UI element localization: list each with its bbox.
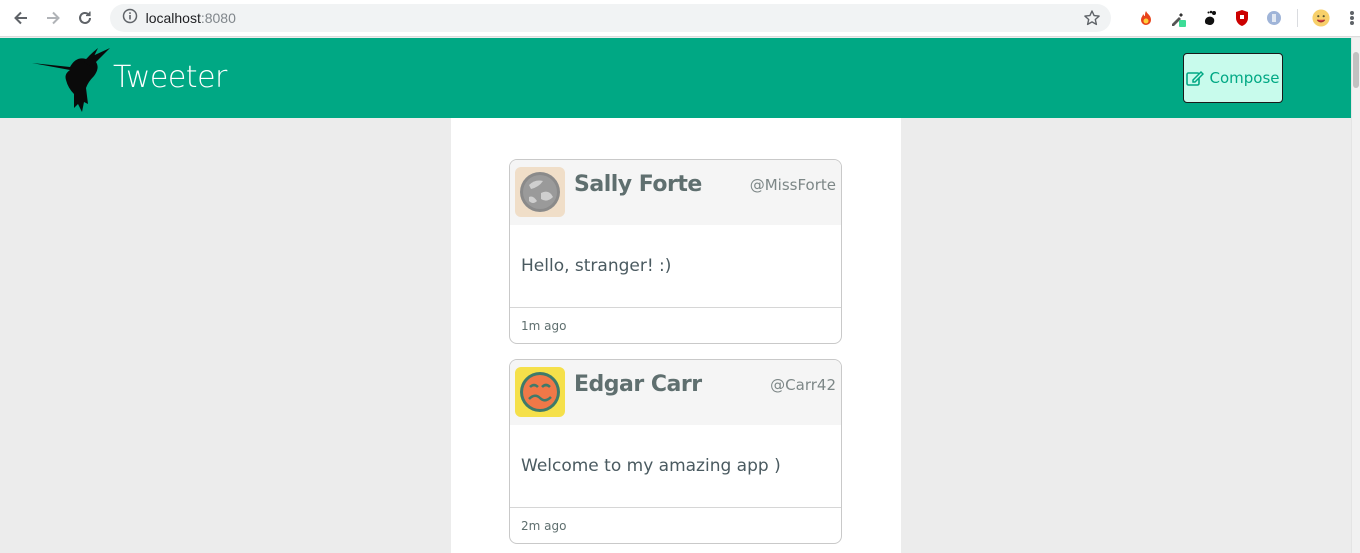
tweet-timestamp: 1m ago	[521, 318, 567, 333]
compose-label: Compose	[1209, 69, 1280, 87]
hummingbird-logo-icon	[30, 46, 114, 112]
fire-extension-icon[interactable]	[1137, 9, 1155, 27]
author-name: Edgar Carr	[574, 372, 702, 397]
tweet-text: Hello, stranger! :)	[510, 225, 841, 308]
gnome-extension-icon[interactable]	[1201, 9, 1219, 27]
tweet-text: Welcome to my amazing app )	[510, 425, 841, 508]
tweet-card: Sally Forte @MissForte Hello, stranger! …	[509, 159, 842, 344]
profile-avatar-icon[interactable]	[1312, 9, 1330, 27]
avatar	[515, 367, 565, 417]
author-handle: @MissForte	[749, 176, 836, 194]
tweet-feed: Sally Forte @MissForte Hello, stranger! …	[451, 118, 901, 553]
tweet-card: Edgar Carr @Carr42 Welcome to my amazing…	[509, 359, 842, 544]
app-header: Tweeter Compose	[0, 38, 1351, 118]
extensions-area	[1123, 9, 1360, 27]
ublock-shield-icon[interactable]	[1233, 9, 1251, 27]
tweet-header: Edgar Carr @Carr42	[510, 360, 841, 425]
tweet-header: Sally Forte @MissForte	[510, 160, 841, 225]
compose-button[interactable]: Compose	[1183, 53, 1283, 103]
info-icon[interactable]	[122, 8, 138, 29]
privacy-extension-icon[interactable]	[1265, 9, 1283, 27]
avatar	[515, 167, 565, 217]
brand-title: Tweeter	[113, 60, 227, 95]
browser-toolbar: localhost:8080	[0, 0, 1360, 37]
address-bar[interactable]: localhost:8080	[109, 4, 1112, 32]
page-scrollbar[interactable]	[1351, 38, 1360, 553]
url-text: localhost:8080	[146, 10, 236, 26]
scrollbar-thumb[interactable]	[1353, 52, 1359, 88]
eyedropper-extension-icon[interactable]	[1169, 9, 1187, 27]
reload-icon[interactable]	[74, 7, 96, 29]
back-arrow-icon[interactable]	[10, 7, 32, 29]
toolbar-separator	[1297, 9, 1299, 27]
url-host: localhost	[145, 10, 201, 26]
tweet-timestamp: 2m ago	[521, 518, 567, 533]
author-name: Sally Forte	[574, 172, 702, 197]
menu-dots-icon[interactable]	[1344, 9, 1360, 27]
url-port: :8080	[200, 10, 236, 26]
edit-icon	[1186, 70, 1205, 86]
bookmark-star-icon[interactable]	[1083, 9, 1101, 27]
forward-arrow-icon[interactable]	[42, 7, 64, 29]
author-handle: @Carr42	[770, 376, 836, 394]
